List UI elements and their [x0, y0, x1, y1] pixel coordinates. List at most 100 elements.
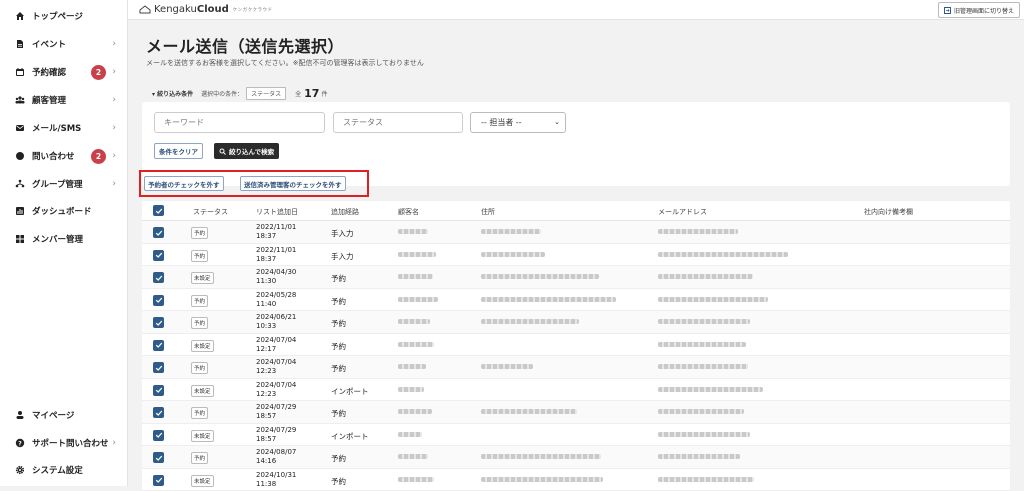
added-date-cell: 2024/07/0412:23: [256, 381, 296, 399]
gear-icon: [15, 465, 25, 475]
check-icon: [155, 386, 163, 394]
table-row[interactable]: 予約2022/11/0118:37手入力: [142, 221, 1010, 244]
sidebar-item-group[interactable]: グループ管理 ›: [0, 173, 128, 195]
table-row[interactable]: 未設定2024/04/3011:30予約: [142, 266, 1010, 289]
redacted-email: [658, 229, 738, 234]
page-title: メール送信（送信先選択）: [146, 33, 344, 57]
table-row[interactable]: 予約2024/07/0412:23予約: [142, 356, 1010, 379]
row-checkbox[interactable]: [153, 227, 164, 238]
check-icon: [155, 364, 163, 372]
sidebar-item-label: システム設定: [32, 464, 83, 476]
row-checkbox[interactable]: [153, 385, 164, 396]
row-checkbox[interactable]: [153, 475, 164, 486]
uncheck-reservers-button[interactable]: 予約者のチェックを外す: [144, 176, 224, 191]
row-checkbox[interactable]: [153, 317, 164, 328]
table-row[interactable]: 予約2024/07/2918:57予約: [142, 401, 1010, 424]
select-all-checkbox[interactable]: [153, 205, 164, 216]
row-checkbox[interactable]: [153, 430, 164, 441]
check-icon: [155, 341, 163, 349]
added-date: 2024/04/30: [256, 268, 296, 277]
redacted-address: [481, 477, 603, 482]
table-row[interactable]: 未設定2024/07/0412:23インポート: [142, 379, 1010, 402]
status-badge: 未設定: [191, 385, 214, 397]
check-icon: [155, 207, 163, 215]
row-checkbox[interactable]: [153, 250, 164, 261]
sidebar-item-customer[interactable]: 顧客管理 ›: [0, 89, 128, 111]
row-checkbox[interactable]: [153, 362, 164, 373]
sidebar-item-event[interactable]: イベント ›: [0, 33, 128, 55]
sidebar-item-label: サポート問い合わせ: [32, 437, 109, 449]
sidebar-item-mail-sms[interactable]: メール/SMS ›: [0, 117, 128, 139]
sidebar-item-system-settings[interactable]: システム設定: [0, 459, 128, 481]
added-time: 14:16: [256, 457, 296, 466]
row-checkbox[interactable]: [153, 340, 164, 351]
added-date-cell: 2024/07/0412:17: [256, 336, 296, 354]
added-date-cell: 2022/11/0118:37: [256, 223, 296, 241]
redacted-customer-name: [398, 229, 428, 234]
status-badge: 予約: [191, 250, 208, 262]
redacted-address: [481, 229, 541, 234]
document-icon: [15, 39, 25, 49]
status-badge: 予約: [191, 362, 208, 374]
redacted-email: [658, 454, 740, 459]
column-header-customer-name: 顧客名: [398, 207, 419, 217]
result-count-unit: 件: [321, 89, 327, 98]
redacted-customer-name: [398, 364, 426, 369]
added-time: 11:38: [256, 480, 296, 489]
sidebar-item-mypage[interactable]: マイページ: [0, 404, 128, 426]
row-checkbox[interactable]: [153, 295, 164, 306]
sidebar-item-reservation[interactable]: 予約確認 2 ›: [0, 61, 128, 83]
switch-legacy-admin-button[interactable]: 旧管理画面に切り替え: [938, 2, 1020, 18]
sidebar-item-dashboard[interactable]: ダッシュボード: [0, 200, 128, 222]
users-icon: [15, 95, 25, 105]
sidebar-item-inquiry[interactable]: 問い合わせ 2 ›: [0, 145, 128, 167]
added-date: 2024/06/21: [256, 313, 296, 322]
sidebar-item-label: メンバー管理: [32, 233, 83, 245]
filter-search-button[interactable]: 絞り込んで検索: [214, 143, 279, 159]
row-checkbox[interactable]: [153, 272, 164, 283]
table-row[interactable]: 予約2024/06/2110:33予約: [142, 311, 1010, 334]
table-row[interactable]: 未設定2024/07/2918:57インポート: [142, 424, 1010, 447]
table-row[interactable]: 未設定2024/10/3111:38予約: [142, 469, 1010, 491]
added-date-cell: 2024/07/0412:23: [256, 358, 296, 376]
redacted-email: [658, 409, 744, 414]
table-row[interactable]: 予約2024/05/2811:40予約: [142, 289, 1010, 312]
redacted-customer-name: [398, 387, 424, 392]
table-header: ステータス リスト追加日 追加経路 顧客名 住所 メールアドレス 社内向け備考欄: [142, 201, 1010, 221]
page-description: メールを送信するお客様を選択してください。※配信不可の管理客は表示しておりません: [146, 58, 424, 68]
filter-toggle[interactable]: ▾ 絞り込み条件: [152, 89, 193, 98]
added-date: 2024/07/04: [256, 336, 296, 345]
chevron-down-icon: ⌄: [554, 118, 560, 126]
sidebar-item-top-page[interactable]: トップページ: [0, 5, 128, 27]
redacted-customer-name: [398, 297, 438, 302]
uncheck-sent-customers-button[interactable]: 送信済み管理客のチェックを外す: [240, 176, 346, 191]
row-checkbox[interactable]: [153, 407, 164, 418]
table-row[interactable]: 予約2024/08/0714:16予約: [142, 446, 1010, 469]
group-icon: [15, 179, 25, 189]
table-row[interactable]: 未設定2024/07/0412:17予約: [142, 334, 1010, 357]
added-date: 2022/11/01: [256, 223, 296, 232]
status-badge: 未設定: [191, 272, 214, 284]
sidebar-item-support[interactable]: ? サポート問い合わせ ›: [0, 432, 128, 454]
added-date-cell: 2024/07/2918:57: [256, 426, 296, 444]
added-date-cell: 2024/08/0714:16: [256, 448, 296, 466]
route-cell: 手入力: [331, 228, 354, 239]
redacted-address: [481, 252, 545, 257]
clear-conditions-button[interactable]: 条件をクリア: [154, 143, 203, 159]
status-input[interactable]: [333, 112, 463, 133]
row-checkbox[interactable]: [153, 452, 164, 463]
chevron-right-icon: ›: [112, 179, 116, 189]
assignee-select[interactable]: -- 担当者 -- ⌄: [470, 112, 566, 133]
calendar-icon: [15, 67, 25, 77]
table-row[interactable]: 予約2022/11/0118:37手入力: [142, 244, 1010, 267]
sidebar-item-member[interactable]: メンバー管理: [0, 228, 128, 250]
route-cell: 予約: [331, 296, 346, 307]
status-badge: 予約: [191, 295, 208, 307]
keyword-input[interactable]: [154, 112, 325, 133]
app-logo[interactable]: KengakuCloud ケンガククラウド: [139, 4, 272, 15]
cloud-logo-icon: [139, 5, 151, 14]
brand-name-bold: Cloud: [197, 4, 229, 15]
added-date-cell: 2022/11/0118:37: [256, 246, 296, 264]
chevron-right-icon: ›: [112, 67, 116, 77]
route-cell: 予約: [331, 476, 346, 487]
